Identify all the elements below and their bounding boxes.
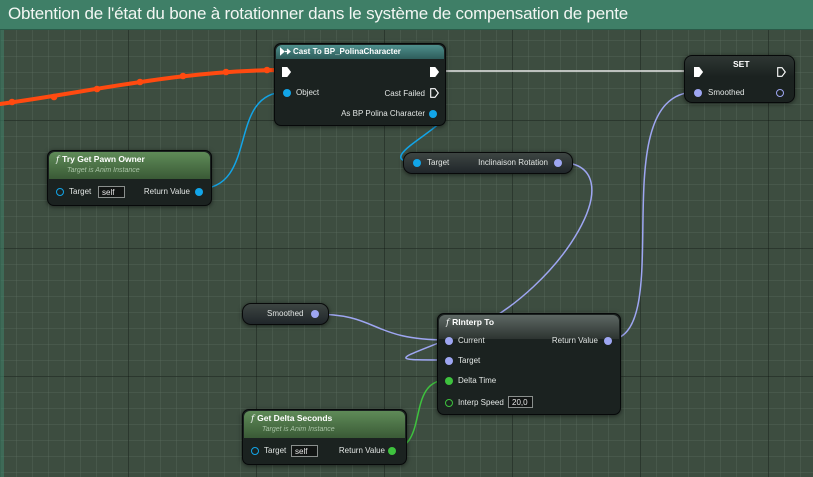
exec-wire-bead	[263, 66, 271, 74]
rinterp-to-node[interactable]: f RInterp To Current Return Value Target …	[437, 313, 621, 415]
rinterp-return-pin[interactable]	[604, 337, 612, 345]
function-icon: f	[56, 155, 60, 165]
cast-failed-exec-pin[interactable]	[430, 88, 439, 98]
exec-wire-incoming	[0, 68, 286, 106]
pawn-owner-target-label: Target	[69, 187, 92, 196]
cast-node-title: Cast To BP_PolinaCharacter	[293, 47, 401, 56]
rinterp-current-label: Current	[458, 336, 485, 345]
set-exec-in-pin[interactable]	[694, 67, 703, 77]
set-node[interactable]: SET Smoothed	[684, 55, 795, 103]
rinterp-interp-speed-pin[interactable]	[445, 399, 453, 407]
rinterp-interp-speed-field[interactable]: 20,0	[508, 396, 533, 408]
cast-object-pin[interactable]	[283, 89, 291, 97]
pawn-owner-title: f Try Get Pawn Owner	[56, 154, 145, 165]
delta-seconds-subtitle: Target is Anim Instance	[262, 426, 335, 433]
rotator-wire-return-to-set	[607, 91, 697, 341]
rinterp-delta-time-label: Delta Time	[458, 376, 497, 385]
cast-to-node[interactable]: Cast To BP_PolinaCharacter Object Cast F…	[274, 43, 446, 126]
pawn-owner-target-self-field[interactable]: self	[98, 186, 125, 198]
cast-as-character-label: As BP Polina Character	[341, 109, 425, 118]
rinterp-title-text: RInterp To	[452, 317, 495, 327]
pawn-owner-target-pin[interactable]	[56, 188, 64, 196]
set-smoothed-out-pin[interactable]	[776, 89, 784, 97]
pawn-owner-return-pin[interactable]	[195, 188, 203, 196]
inclinaison-rotation-getter-node[interactable]: Target Inclinaison Rotation	[403, 152, 573, 174]
cast-arrow-icon	[280, 47, 291, 56]
pawn-owner-title-text: Try Get Pawn Owner	[62, 154, 145, 164]
cast-object-label: Object	[296, 88, 320, 97]
rinterp-current-pin[interactable]	[445, 337, 453, 345]
delta-seconds-target-self-field[interactable]: self	[291, 445, 318, 457]
function-icon: f	[251, 414, 255, 424]
smoothed-variable-label: Smoothed	[267, 309, 304, 318]
cast-exec-out-pin[interactable]	[430, 67, 439, 77]
delta-seconds-target-pin[interactable]	[251, 447, 259, 455]
function-icon: f	[446, 318, 450, 328]
rinterp-delta-time-pin[interactable]	[445, 377, 453, 385]
cast-failed-label: Cast Failed	[384, 89, 425, 98]
rinterp-title: f RInterp To	[446, 317, 494, 328]
getter-target-label: Target	[427, 158, 450, 167]
delta-seconds-return-pin[interactable]	[388, 447, 396, 455]
get-delta-seconds-node[interactable]: f Get Delta Seconds Target is Anim Instan…	[242, 409, 407, 465]
rinterp-target-label: Target	[458, 356, 481, 365]
try-get-pawn-owner-node[interactable]: f Try Get Pawn Owner Target is Anim Insta…	[47, 150, 212, 206]
rotator-wire-smoothed-to-current	[313, 313, 448, 341]
getter-target-pin[interactable]	[413, 159, 421, 167]
delta-seconds-target-label: Target	[264, 446, 287, 455]
set-smoothed-pin[interactable]	[694, 89, 702, 97]
rinterp-interp-speed-label: Interp Speed	[458, 398, 504, 407]
delta-seconds-title-text: Get Delta Seconds	[257, 413, 333, 423]
exec-wire-bead	[179, 72, 187, 80]
cast-exec-in-pin[interactable]	[282, 67, 291, 77]
delta-seconds-title: f Get Delta Seconds	[251, 413, 332, 424]
cast-as-character-pin[interactable]	[429, 110, 437, 118]
delta-seconds-return-label: Return Value	[338, 446, 385, 455]
exec-wire-bead	[93, 85, 101, 93]
getter-inclinaison-pin[interactable]	[554, 159, 562, 167]
pawn-owner-return-label: Return Value	[143, 187, 190, 196]
getter-inclinaison-label: Inclinaison Rotation	[478, 158, 548, 167]
smoothed-variable-pin[interactable]	[311, 310, 319, 318]
blueprint-graph-canvas[interactable]: Obtention de l'état du bone à rotationne…	[0, 0, 813, 477]
exec-wire-bead	[222, 68, 230, 76]
set-node-title: SET	[733, 59, 750, 69]
exec-wire-bead	[50, 93, 58, 101]
set-smoothed-label: Smoothed	[708, 88, 745, 97]
exec-wire-bead	[136, 78, 144, 86]
pawn-owner-subtitle: Target is Anim Instance	[67, 167, 140, 174]
set-exec-out-pin[interactable]	[777, 67, 786, 77]
rinterp-return-label: Return Value	[551, 336, 598, 345]
exec-wire-bead	[8, 98, 16, 106]
smoothed-variable-node[interactable]: Smoothed	[242, 303, 329, 325]
rinterp-target-pin[interactable]	[445, 357, 453, 365]
